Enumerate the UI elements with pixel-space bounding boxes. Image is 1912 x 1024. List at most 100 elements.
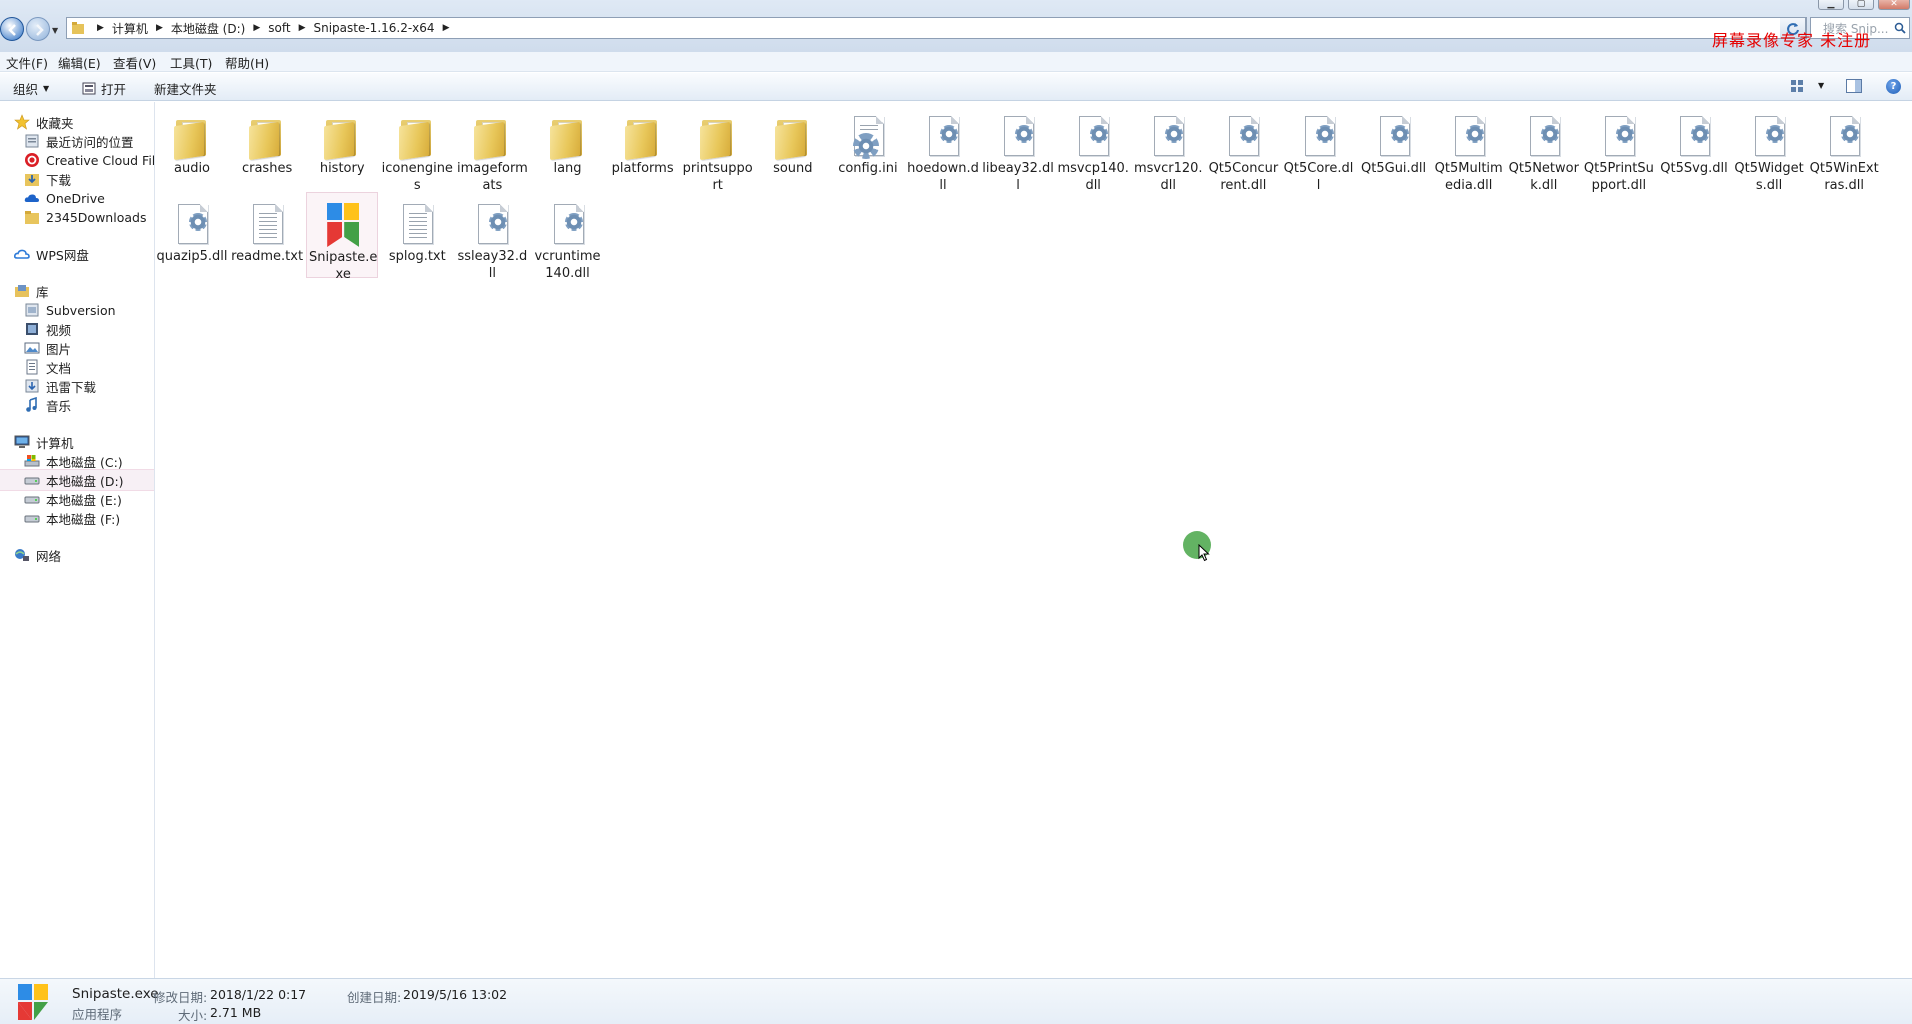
file-item[interactable]: config.ini [832,104,904,190]
folder-item[interactable]: imageformats [456,104,528,193]
folder-icon [773,114,813,161]
file-name: config.ini [838,161,898,176]
folder-icon [548,114,588,161]
folder-item[interactable]: iconengines [381,104,453,193]
view-options-dropdown[interactable]: ▼ [1818,81,1824,90]
dll-file-icon [172,202,212,248]
file-item[interactable]: readme.txt [231,192,303,278]
file-item[interactable]: Qt5Widgets.dll [1733,104,1805,193]
file-item[interactable]: Qt5Svg.dll [1658,104,1730,190]
file-name: lang [553,161,582,176]
sidebar-wps-cloud[interactable]: WPS网盘 [0,243,154,265]
menu-bar: 文件(F) 编辑(E) 查看(V) 工具(T) 帮助(H) [0,52,1912,72]
maximize-button[interactable]: ▢ [1848,0,1874,10]
chevron-right-icon[interactable]: ▶ [299,23,306,33]
sidebar-item-label: 本地磁盘 (D:) [46,473,124,489]
details-created-value: 2019/5/16 13:02 [403,987,508,1002]
file-name: Qt5Network.dll [1508,161,1579,193]
folder-item[interactable]: lang [532,104,604,190]
recorder-watermark: 屏幕录像专家 未注册 [1712,31,1872,50]
sidebar-item-music[interactable]: 音乐 [0,394,154,416]
file-item[interactable]: Qt5Gui.dll [1358,104,1430,190]
file-item[interactable]: hoedown.dll [907,104,979,193]
open-label: 打开 [101,82,127,97]
file-name: sound [773,161,813,176]
folder-item[interactable]: platforms [607,104,679,190]
file-item[interactable]: libeay32.dll [982,104,1054,193]
change-view-icon[interactable] [1790,79,1804,93]
recent-places-icon [24,133,40,149]
chevron-right-icon[interactable]: ▶ [253,23,260,33]
file-item[interactable]: msvcr120.dll [1132,104,1204,193]
back-button[interactable] [0,17,24,41]
chevron-right-icon[interactable]: ▶ [156,23,163,33]
folder-icon [397,114,437,161]
breadcrumb-snipaste[interactable]: Snipaste-1.16.2-x64 [313,21,434,35]
open-button[interactable]: 打开 [82,79,126,98]
file-item[interactable]: Qt5Concurrent.dll [1207,104,1279,193]
folder-icon [698,114,738,161]
organize-button[interactable]: 组织 ▼ [13,79,49,98]
folder-item[interactable]: crashes [231,104,303,190]
folder-item[interactable]: sound [757,104,829,190]
file-item[interactable]: Qt5Multimedia.dll [1433,104,1505,193]
file-item[interactable]: quazip5.dll [156,192,228,278]
new-folder-label: 新建文件夹 [154,82,217,97]
breadcrumb-drive-d[interactable]: 本地磁盘 (D:) [171,20,245,37]
forward-button[interactable] [26,17,50,41]
sidebar-libraries-label: 库 [36,284,49,300]
help-icon[interactable]: ? [1886,79,1901,94]
folder-icon [24,209,40,225]
file-name: imageformats [456,161,528,193]
file-item[interactable]: Qt5Core.dll [1283,104,1355,193]
details-created-label: 创建日期: [347,990,402,1005]
snipaste-app-icon [16,982,52,1022]
file-name: history [319,161,365,176]
chevron-right-icon[interactable]: ▶ [97,23,104,33]
new-folder-button[interactable]: 新建文件夹 [154,79,217,98]
breadcrumb-computer[interactable]: 计算机 [112,20,148,37]
menu-file[interactable]: 文件(F) [6,53,48,72]
close-button[interactable]: ✕ [1878,0,1910,10]
folder-item[interactable]: history [306,104,378,190]
dll-file-icon [1824,114,1864,160]
recent-pages-dropdown[interactable]: ▼ [52,26,58,35]
menu-view[interactable]: 查看(V) [113,53,156,72]
breadcrumb-soft[interactable]: soft [268,21,290,35]
sidebar-item-label: 视频 [46,322,72,338]
chevron-right-icon[interactable]: ▶ [443,23,450,33]
file-item[interactable]: Qt5PrintSupport.dll [1583,104,1655,193]
dll-file-icon [1299,114,1339,160]
file-name: audio [173,161,211,176]
file-name: Qt5Svg.dll [1660,161,1728,176]
music-note-icon [24,396,40,413]
organize-label: 组织 [13,82,39,97]
sidebar-item-label: Creative Cloud File [46,152,154,168]
file-item[interactable]: vcruntime140.dll [532,192,604,281]
menu-edit[interactable]: 编辑(E) [58,53,101,72]
file-item[interactable]: Qt5Network.dll [1508,104,1580,193]
folder-item[interactable]: printsupport [682,104,754,193]
file-item[interactable]: ssleay32.dll [456,192,528,281]
file-name: iconengines [381,161,453,193]
sidebar-item-2345downloads[interactable]: 2345Downloads [0,206,154,228]
dll-file-icon [1674,114,1714,160]
sidebar-network[interactable]: 网络 [0,544,154,566]
file-item[interactable]: Snipaste.exe [306,192,379,282]
file-item[interactable]: msvcp140.dll [1057,104,1129,193]
navigation-pane: 收藏夹 最近访问的位置 Creative Cloud File 下载 OneDr… [0,102,155,978]
computer-icon [14,434,30,450]
hard-drive-icon [24,472,40,488]
file-name: libeay32.dll [982,161,1054,193]
sidebar-item-drive-f[interactable]: 本地磁盘 (F:) [0,507,154,529]
file-item[interactable]: splog.txt [381,192,453,278]
menu-tools[interactable]: 工具(T) [170,53,212,72]
preview-pane-button[interactable] [1846,79,1862,93]
sidebar-network-label: 网络 [36,548,62,564]
address-bar[interactable]: ▶ 计算机 ▶ 本地磁盘 (D:) ▶ soft ▶ Snipaste-1.16… [66,17,1807,39]
folder-item[interactable]: audio [156,104,228,190]
menu-help[interactable]: 帮助(H) [225,53,269,72]
minimize-button[interactable]: ▁ [1818,0,1844,10]
folder-icon [322,114,362,161]
file-item[interactable]: Qt5WinExtras.dll [1808,104,1880,193]
